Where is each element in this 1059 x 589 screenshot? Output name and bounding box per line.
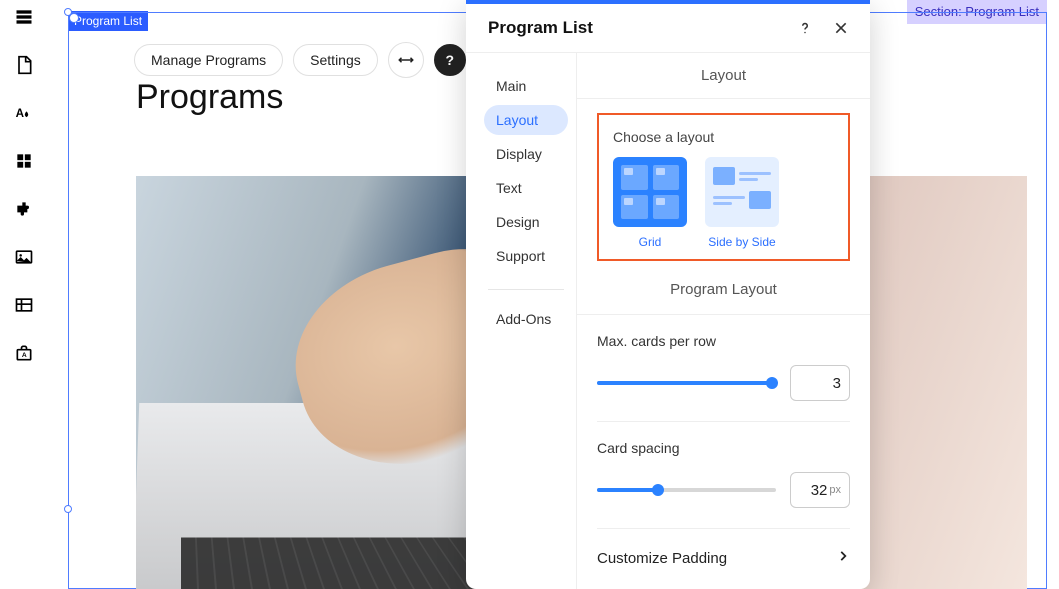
grid-thumb-icon	[613, 157, 687, 227]
svg-text:A: A	[16, 107, 25, 120]
media-icon[interactable]	[13, 246, 35, 268]
choose-layout-box: Choose a layout Grid	[597, 113, 850, 261]
chevron-right-icon	[836, 549, 850, 567]
card-spacing-value[interactable]: 32px	[790, 472, 850, 508]
choose-layout-label: Choose a layout	[613, 129, 834, 145]
page-icon[interactable]	[13, 54, 35, 76]
left-rail: A A	[0, 0, 48, 589]
settings-button[interactable]: Settings	[293, 44, 378, 76]
page-title: Programs	[136, 78, 283, 117]
sections-icon[interactable]	[13, 6, 35, 28]
panel-header: Program List	[466, 4, 870, 53]
max-cards-label: Max. cards per row	[597, 333, 850, 349]
nav-layout[interactable]: Layout	[484, 105, 568, 135]
apps-icon[interactable]	[13, 150, 35, 172]
section-layout-title: Layout	[577, 53, 870, 99]
manage-programs-button[interactable]: Manage Programs	[134, 44, 283, 76]
stretch-button[interactable]	[388, 42, 424, 78]
nav-text[interactable]: Text	[484, 173, 568, 203]
card-spacing-label: Card spacing	[597, 440, 850, 456]
layout-option-side-label: Side by Side	[708, 235, 775, 249]
max-cards-control: Max. cards per row 3	[597, 315, 850, 422]
card-spacing-control: Card spacing 32px	[597, 422, 850, 529]
nav-addons[interactable]: Add-Ons	[484, 304, 568, 334]
data-icon[interactable]	[13, 294, 35, 316]
nav-design[interactable]: Design	[484, 207, 568, 237]
panel-content: Layout Choose a layout Grid	[576, 53, 870, 589]
layout-option-side[interactable]: Side by Side	[705, 157, 779, 249]
card-spacing-slider[interactable]	[597, 483, 776, 497]
customize-padding-row[interactable]: Customize Padding	[597, 529, 850, 589]
element-toolbar: Manage Programs Settings ?	[134, 42, 466, 78]
close-icon[interactable]	[832, 19, 850, 37]
panel-nav: Main Layout Display Text Design Support …	[466, 53, 576, 589]
nav-divider	[488, 289, 564, 290]
panel-help-icon[interactable]	[796, 19, 814, 37]
max-cards-value[interactable]: 3	[790, 365, 850, 401]
help-button[interactable]: ?	[434, 44, 466, 76]
addons-icon[interactable]	[13, 198, 35, 220]
nav-support[interactable]: Support	[484, 241, 568, 271]
svg-text:A: A	[22, 352, 27, 359]
side-thumb-icon	[705, 157, 779, 227]
layout-option-grid-label: Grid	[639, 235, 662, 249]
settings-panel: Program List Main Layout Display Text De…	[466, 0, 870, 589]
nav-display[interactable]: Display	[484, 139, 568, 169]
layout-option-grid[interactable]: Grid	[613, 157, 687, 249]
business-icon[interactable]: A	[13, 342, 35, 364]
nav-main[interactable]: Main	[484, 71, 568, 101]
program-layout-title: Program Layout	[577, 261, 870, 315]
customize-padding-label: Customize Padding	[597, 550, 727, 567]
resize-handle-icon[interactable]	[64, 8, 72, 16]
panel-title: Program List	[488, 18, 593, 38]
max-cards-slider[interactable]	[597, 376, 776, 390]
theme-icon[interactable]: A	[13, 102, 35, 124]
resize-handle-icon[interactable]	[64, 505, 72, 513]
